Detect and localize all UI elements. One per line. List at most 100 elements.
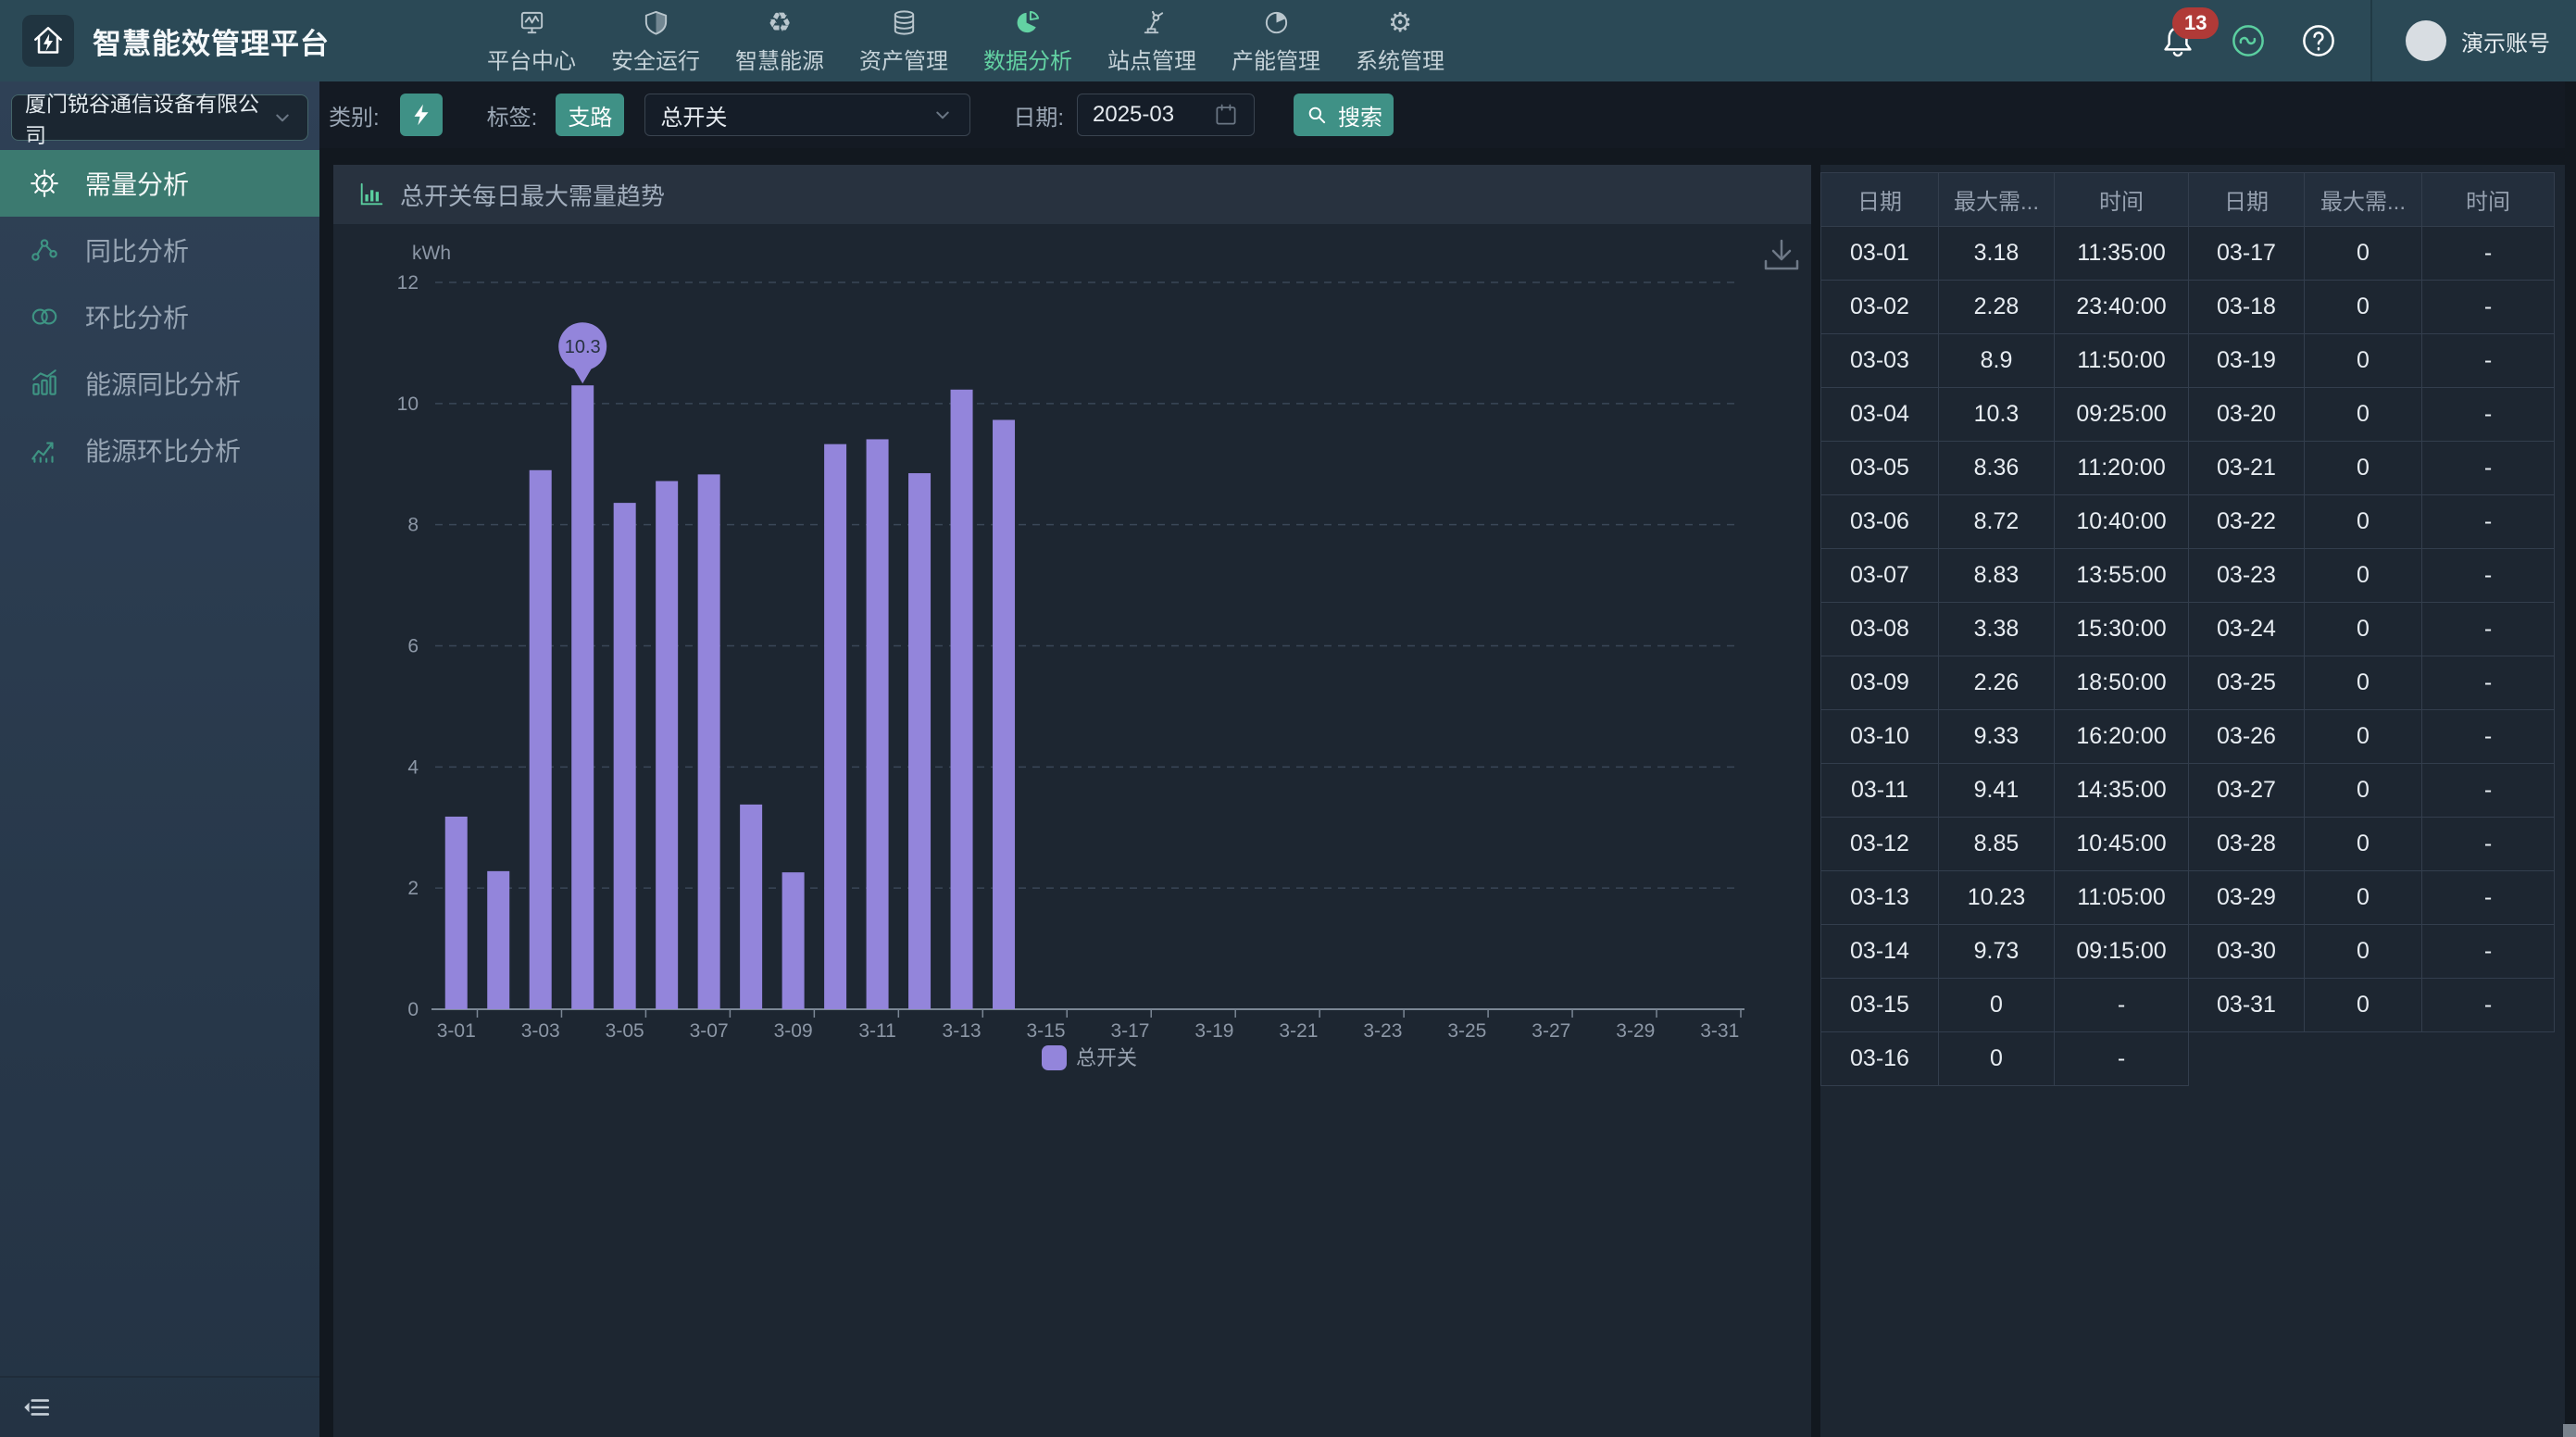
sidebar-item-label: 环比分析 xyxy=(85,298,189,335)
nav-item-6[interactable]: 站点管理 xyxy=(1107,7,1196,75)
nav-item-5[interactable]: 数据分析 xyxy=(983,7,1072,75)
table-header-row: 日期最大需...时间日期最大需...时间 xyxy=(1821,173,2555,227)
nav-item-2[interactable]: 安全运行 xyxy=(611,7,700,75)
table-cell: 03-14 xyxy=(1821,925,1939,979)
bar-03-11 xyxy=(867,439,889,1009)
nav-item-7[interactable]: 产能管理 xyxy=(1232,7,1320,75)
bar-03-05 xyxy=(614,503,636,1009)
table-cell: 10:40:00 xyxy=(2055,495,2189,549)
device-select-value: 总开关 xyxy=(660,99,727,131)
table-cell: 0 xyxy=(2305,979,2422,1032)
nav-item-label: 站点管理 xyxy=(1107,43,1196,75)
table-cell: 03-23 xyxy=(2189,549,2305,603)
table-cell: 0 xyxy=(2305,442,2422,495)
table-header-cell: 最大需... xyxy=(1939,173,2055,227)
table-row: 03-078.8313:55:0003-230- xyxy=(1821,549,2555,603)
collapse-sidebar-icon xyxy=(20,1392,52,1423)
table-row: 03-1310.2311:05:0003-290- xyxy=(1821,871,2555,925)
app-logo-icon xyxy=(22,15,74,67)
sidebar-item-5[interactable]: 能源环比分析 xyxy=(0,417,319,483)
bar-03-09 xyxy=(782,872,805,1009)
search-button[interactable]: 搜索 xyxy=(1294,94,1394,136)
table-cell: 10:45:00 xyxy=(2055,818,2189,871)
table-cell: 03-26 xyxy=(2189,710,2305,764)
table-cell: 0 xyxy=(2305,710,2422,764)
top-nav: 平台中心安全运行 ♻智慧能源资产管理数据分析 站点管理 产能管理 ⚙系统管理 xyxy=(487,7,1444,75)
company-select[interactable]: 厦门锐谷通信设备有限公司 xyxy=(11,94,308,141)
sidebar-item-2[interactable]: 同比分析 xyxy=(0,217,319,283)
table-row: 03-149.7309:15:0003-300- xyxy=(1821,925,2555,979)
bar-03-06 xyxy=(656,481,678,1009)
table-cell: - xyxy=(2422,227,2555,281)
share-nodes-icon xyxy=(28,233,61,267)
table-row: 03-119.4114:35:0003-270- xyxy=(1821,764,2555,818)
legend-swatch[interactable] xyxy=(1042,1045,1067,1070)
table-cell: 03-06 xyxy=(1821,495,1939,549)
x-tick-label: 3-21 xyxy=(1279,1020,1318,1042)
table-cell: 11:20:00 xyxy=(2055,442,2189,495)
table-header-cell: 时间 xyxy=(2055,173,2189,227)
pie-chart-icon xyxy=(1014,7,1043,39)
table-row: 03-150-03-310- xyxy=(1821,979,2555,1032)
table-cell: 0 xyxy=(2305,603,2422,656)
table-cell: 15:30:00 xyxy=(2055,603,2189,656)
table-cell: 2.26 xyxy=(1939,656,2055,710)
nav-item-label: 数据分析 xyxy=(983,43,1072,75)
table-cell: 03-24 xyxy=(2189,603,2305,656)
table-cell: 03-21 xyxy=(2189,442,2305,495)
avatar[interactable] xyxy=(2406,20,2446,61)
notification-badge: 13 xyxy=(2172,7,2219,39)
tag-label: 标签: xyxy=(487,99,538,131)
table-cell: - xyxy=(2055,1032,2189,1086)
gear-bolt-icon xyxy=(28,167,61,200)
table-cell: 0 xyxy=(2305,388,2422,442)
nav-item-label: 系统管理 xyxy=(1356,43,1444,75)
link-button[interactable] xyxy=(2230,22,2267,59)
table-cell: 03-20 xyxy=(2189,388,2305,442)
category-electric-button[interactable] xyxy=(400,94,443,136)
table-row: 03-058.3611:20:0003-210- xyxy=(1821,442,2555,495)
shield-icon xyxy=(642,7,670,39)
bar-03-07 xyxy=(698,474,720,1009)
date-picker[interactable]: 2025-03 xyxy=(1077,94,1255,136)
table-cell: - xyxy=(2422,388,2555,442)
scrollbar-track[interactable] xyxy=(2565,81,2576,1437)
table-cell: 03-27 xyxy=(2189,764,2305,818)
table-cell xyxy=(2305,1032,2422,1086)
collapse-sidebar-button[interactable] xyxy=(0,1376,319,1437)
chevron-down-icon xyxy=(270,106,294,130)
table-cell: 0 xyxy=(1939,1032,2055,1086)
table-cell: 8.36 xyxy=(1939,442,2055,495)
table-cell: 03-31 xyxy=(2189,979,2305,1032)
sidebar-item-4[interactable]: 能源同比分析 xyxy=(0,350,319,417)
nav-item-3[interactable]: ♻智慧能源 xyxy=(735,7,824,75)
topbar-right: 13 演示账号 xyxy=(2159,0,2576,81)
table-row: 03-068.7210:40:0003-220- xyxy=(1821,495,2555,549)
nav-item-4[interactable]: 资产管理 xyxy=(859,7,948,75)
x-tick-label: 3-13 xyxy=(943,1020,982,1042)
user-menu[interactable]: 演示账号 xyxy=(2406,20,2550,61)
nav-item-8[interactable]: ⚙系统管理 xyxy=(1356,7,1444,75)
table-cell: 03-05 xyxy=(1821,442,1939,495)
mark-point-label: 10.3 xyxy=(565,337,601,357)
table-cell: 0 xyxy=(2305,495,2422,549)
legend-label[interactable]: 总开关 xyxy=(1076,1046,1137,1069)
table-cell xyxy=(2422,1032,2555,1086)
y-axis-unit-label: kWh xyxy=(412,243,451,264)
chevron-down-icon xyxy=(931,103,955,127)
device-select[interactable]: 总开关 xyxy=(644,94,970,136)
app-title: 智慧能效管理平台 xyxy=(93,20,330,62)
bar-03-08 xyxy=(740,805,762,1009)
notifications-button[interactable]: 13 xyxy=(2159,22,2196,59)
nav-item-1[interactable]: 平台中心 xyxy=(487,7,576,75)
sidebar-item-1[interactable]: 需量分析 xyxy=(0,150,319,217)
x-tick-label: 3-23 xyxy=(1363,1020,1402,1042)
download-chart-icon[interactable] xyxy=(1766,241,1797,269)
topbar: 智慧能效管理平台 平台中心安全运行 ♻智慧能源资产管理数据分析 站点管理 产能管理 ⚙系… xyxy=(0,0,2576,81)
tag-branch-button[interactable]: 支路 xyxy=(556,94,624,136)
table-cell: 03-18 xyxy=(2189,281,2305,334)
help-button[interactable] xyxy=(2300,22,2337,59)
sidebar-menu: 需量分析同比分析环比分析能源同比分析能源环比分析 xyxy=(0,150,319,483)
table-cell: - xyxy=(2055,979,2189,1032)
sidebar-item-3[interactable]: 环比分析 xyxy=(0,283,319,350)
